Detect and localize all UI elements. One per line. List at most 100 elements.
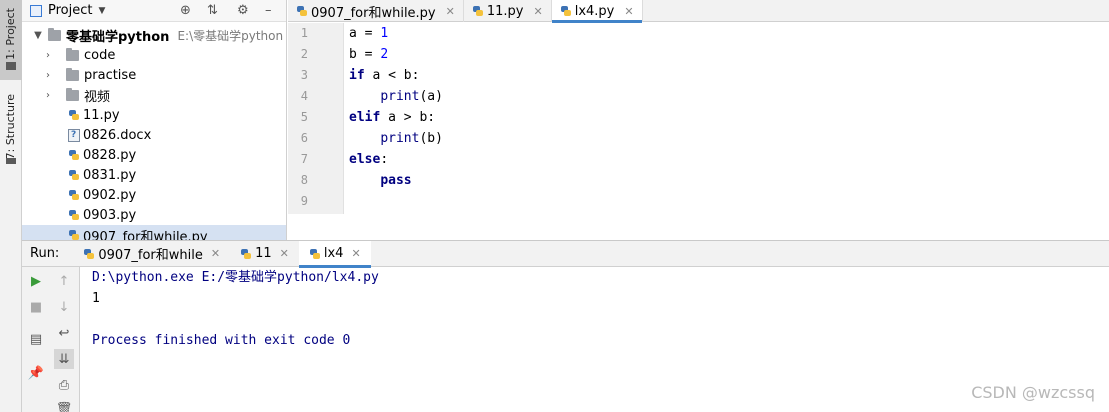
code-variable: a — [349, 26, 357, 41]
run-tab[interactable]: 0907_for和while ✕ — [73, 241, 230, 267]
project-view-selector[interactable]: Project — [48, 3, 92, 18]
file-name: 0828.py — [83, 147, 137, 163]
tree-file-row[interactable]: 0831.py — [22, 165, 286, 185]
code-text: a > b: — [380, 110, 436, 125]
tree-file-row-selected[interactable]: 0907_for和while.py — [22, 225, 286, 240]
editor-tab[interactable]: 11.py ✕ — [464, 0, 552, 22]
project-panel-header: Project ▼ ⊕ ⇅ ⚙ – — [22, 0, 286, 22]
python-run-icon — [240, 248, 252, 260]
editor-empty-area — [288, 214, 1109, 240]
root-folder-name: 零基础学python — [66, 29, 170, 45]
print-icon[interactable]: ⎙ — [54, 375, 74, 395]
code-builtin: print — [380, 89, 420, 104]
line-number: 3 — [300, 68, 308, 82]
structure-tool-icon — [6, 158, 16, 164]
code-line: pass — [349, 170, 412, 191]
python-file-icon — [472, 5, 484, 17]
chevron-right-icon[interactable]: › — [42, 50, 54, 61]
code-editor[interactable]: a = 1 b = 2 if a < b: print(a) elif a > … — [349, 23, 1109, 215]
folder-icon — [66, 67, 79, 81]
code-line: elif a > b: — [349, 107, 435, 128]
tree-file-row[interactable]: 0903.py — [22, 205, 286, 225]
chevron-right-icon[interactable]: › — [42, 90, 54, 101]
editor-tab-label: 11.py — [486, 3, 524, 19]
close-icon[interactable]: ✕ — [446, 5, 455, 18]
line-number: 7 — [300, 152, 308, 166]
tree-file-row[interactable]: ? 0826.docx — [22, 125, 286, 145]
run-tab-label: 11 — [255, 246, 272, 261]
up-arrow-icon[interactable]: ↑ — [54, 271, 74, 291]
rerun-icon[interactable]: ▶ — [26, 271, 46, 291]
line-number-gutter: 1 2 3 4 5 6 7 8 9 — [288, 23, 344, 215]
console-command-line: D:\python.exe E:/零基础学python/lx4.py — [92, 270, 379, 285]
python-file-icon — [560, 5, 572, 17]
run-tab[interactable]: 11 ✕ — [230, 241, 299, 267]
python-run-icon — [309, 248, 321, 260]
project-view-icon — [30, 4, 42, 17]
soft-wrap-icon[interactable]: ↩ — [54, 323, 74, 343]
code-keyword: pass — [380, 173, 412, 188]
folder-name: practise — [84, 67, 137, 83]
python-file-icon — [68, 209, 80, 221]
editor-tab[interactable]: 0907_for和while.py ✕ — [288, 0, 464, 22]
close-icon[interactable]: ✕ — [533, 5, 542, 18]
project-tool-tab[interactable]: 1: Project — [0, 0, 22, 80]
tree-root-row[interactable]: ▼ 零基础学python E:\零基础学python — [22, 25, 286, 45]
tree-file-row[interactable]: 0828.py — [22, 145, 286, 165]
tree-file-row[interactable]: 0902.py — [22, 185, 286, 205]
close-icon[interactable]: ✕ — [624, 5, 633, 18]
file-name: 0826.docx — [83, 127, 152, 143]
run-console[interactable]: D:\python.exe E:/零基础学python/lx4.py 1 Pro… — [92, 267, 1102, 412]
close-icon[interactable]: ✕ — [211, 247, 220, 260]
chevron-down-icon[interactable]: ▼ — [98, 6, 105, 16]
code-text: : — [380, 152, 389, 167]
line-number: 5 — [300, 110, 308, 124]
docx-file-icon: ? — [68, 128, 80, 142]
python-file-icon — [68, 149, 80, 161]
run-tab-label: 0907_for和while — [98, 248, 203, 263]
close-icon[interactable]: ✕ — [351, 247, 360, 260]
watermark: CSDN @wzcssq — [971, 383, 1095, 402]
code-variable: b — [349, 47, 357, 62]
folder-icon — [66, 87, 79, 101]
code-line: b = 2 — [349, 44, 388, 65]
structure-tool-tab[interactable]: 7: Structure — [0, 88, 22, 172]
editor-tab-label: 0907_for和while.py — [311, 5, 436, 21]
trash-icon[interactable]: 🗑 — [54, 399, 74, 412]
collapse-all-icon[interactable]: ⇅ — [207, 3, 218, 18]
file-name: 11.py — [83, 107, 120, 123]
run-tab-active[interactable]: lx4 ✕ — [298, 240, 371, 268]
line-number: 1 — [300, 26, 308, 40]
file-name: 0902.py — [83, 187, 137, 203]
layout-icon[interactable]: ▤ — [26, 329, 46, 349]
tree-folder-row[interactable]: › practise — [22, 65, 286, 85]
tree-folder-row[interactable]: › code — [22, 45, 286, 65]
line-number: 6 — [300, 131, 308, 145]
tree-file-row[interactable]: 11.py — [22, 105, 286, 125]
console-output-line: 1 — [92, 291, 100, 306]
gear-icon[interactable]: ⚙ — [237, 3, 249, 18]
down-arrow-icon[interactable]: ↓ — [54, 297, 74, 317]
code-line: else: — [349, 149, 388, 170]
run-tab-label: lx4 — [323, 246, 344, 261]
code-text: (b) — [419, 131, 443, 146]
tree-folder-row[interactable]: › 视频 — [22, 85, 286, 105]
code-operator: = — [356, 47, 381, 62]
root-folder-path: E:\零基础学python — [177, 28, 284, 43]
close-icon[interactable]: ✕ — [280, 247, 289, 260]
stop-icon[interactable]: ■ — [26, 297, 46, 317]
chevron-right-icon[interactable]: › — [42, 70, 54, 81]
scroll-to-end-icon[interactable]: ⇊ — [54, 349, 74, 369]
editor-tab-active[interactable]: lx4.py ✕ — [551, 0, 643, 23]
python-file-icon — [296, 5, 308, 17]
locate-target-icon[interactable]: ⊕ — [180, 3, 191, 18]
python-file-icon — [68, 169, 80, 181]
chevron-down-icon[interactable]: ▼ — [32, 30, 44, 41]
code-line: a = 1 — [349, 23, 388, 44]
hide-panel-icon[interactable]: – — [265, 3, 272, 18]
editor-tab-label: lx4.py — [574, 3, 615, 19]
console-exit-message: Process finished with exit code 0 — [92, 333, 351, 348]
pin-icon[interactable]: 📌 — [26, 363, 46, 383]
folder-icon — [48, 27, 61, 41]
